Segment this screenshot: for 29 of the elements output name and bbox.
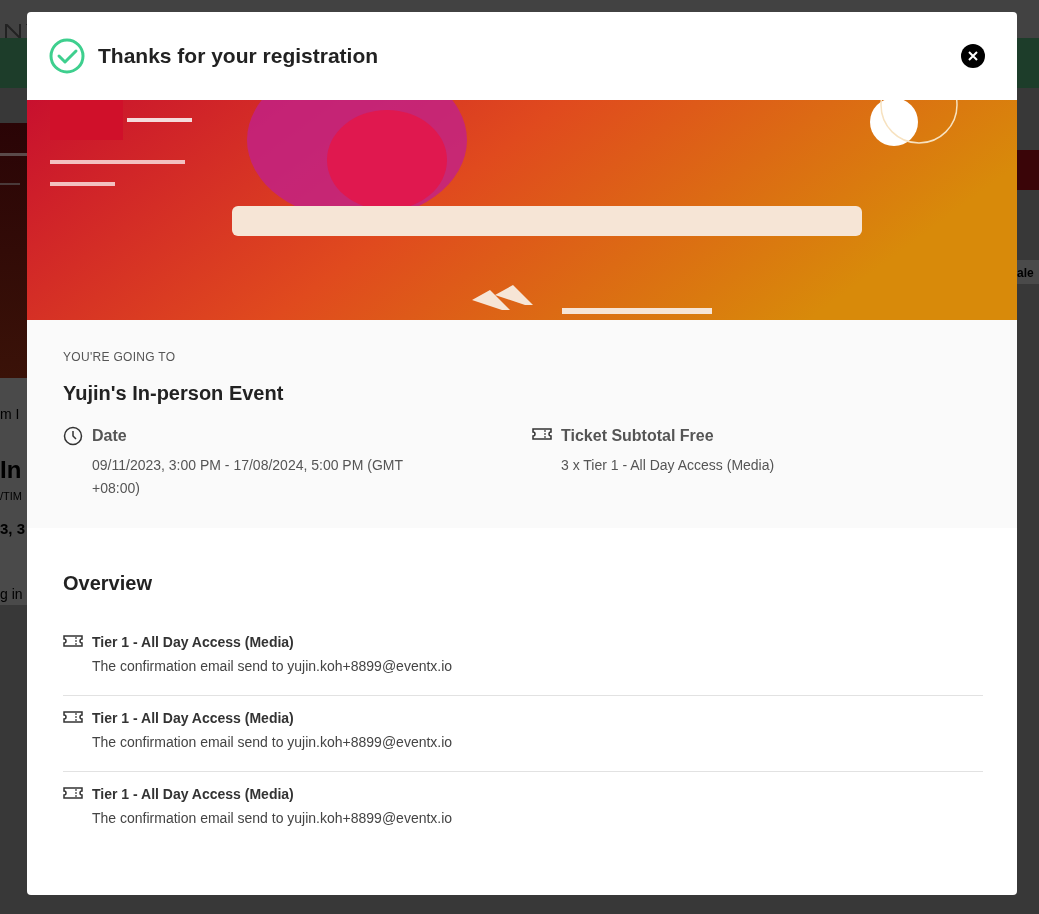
ticket-icon xyxy=(63,785,83,801)
close-icon xyxy=(968,51,978,61)
background-text: 3, 3 xyxy=(0,520,26,537)
dialog-title: Thanks for your registration xyxy=(98,43,379,70)
ticket-note: The confirmation email send to yujin.koh+8899@eventx.io xyxy=(92,733,453,752)
ticket-name: Tier 1 - All Day Access (Media) xyxy=(92,709,295,728)
overview-heading: Overview xyxy=(63,571,153,596)
detail-text: 3 x Tier 1 - All Day Access (Media) xyxy=(561,456,775,475)
detail-text: 09/11/2023, 3:00 PM - 17/08/2024, 5:00 PM (GMT +08:00) xyxy=(92,456,404,498)
detail-heading: Ticket Subtotal Free xyxy=(561,426,715,446)
background-text: /TIM xyxy=(0,490,22,502)
clock-icon xyxy=(63,426,83,446)
ticket-icon xyxy=(532,426,552,442)
detail-heading: Date xyxy=(92,426,128,446)
check-circle-icon xyxy=(49,38,85,74)
background-text: In xyxy=(0,456,22,483)
ticket-note: The confirmation email send to yujin.koh+8899@eventx.io xyxy=(92,657,453,676)
background-text: m I xyxy=(0,406,20,422)
background-text: ale xyxy=(1017,266,1034,280)
ticket-icon xyxy=(63,633,83,649)
background-text: g in xyxy=(0,586,23,602)
ticket-icon xyxy=(63,709,83,725)
event-name: Yujin's In-person Event xyxy=(63,381,285,406)
background-banner xyxy=(1017,150,1039,190)
ticket-name: Tier 1 - All Day Access (Media) xyxy=(92,785,295,804)
close-button[interactable] xyxy=(961,44,985,68)
ticket-name: Tier 1 - All Day Access (Media) xyxy=(92,633,295,652)
ticket-note: The confirmation email send to yujin.koh+8899@eventx.io xyxy=(92,809,453,828)
eyebrow-label: YOU'RE GOING TO xyxy=(63,349,177,366)
